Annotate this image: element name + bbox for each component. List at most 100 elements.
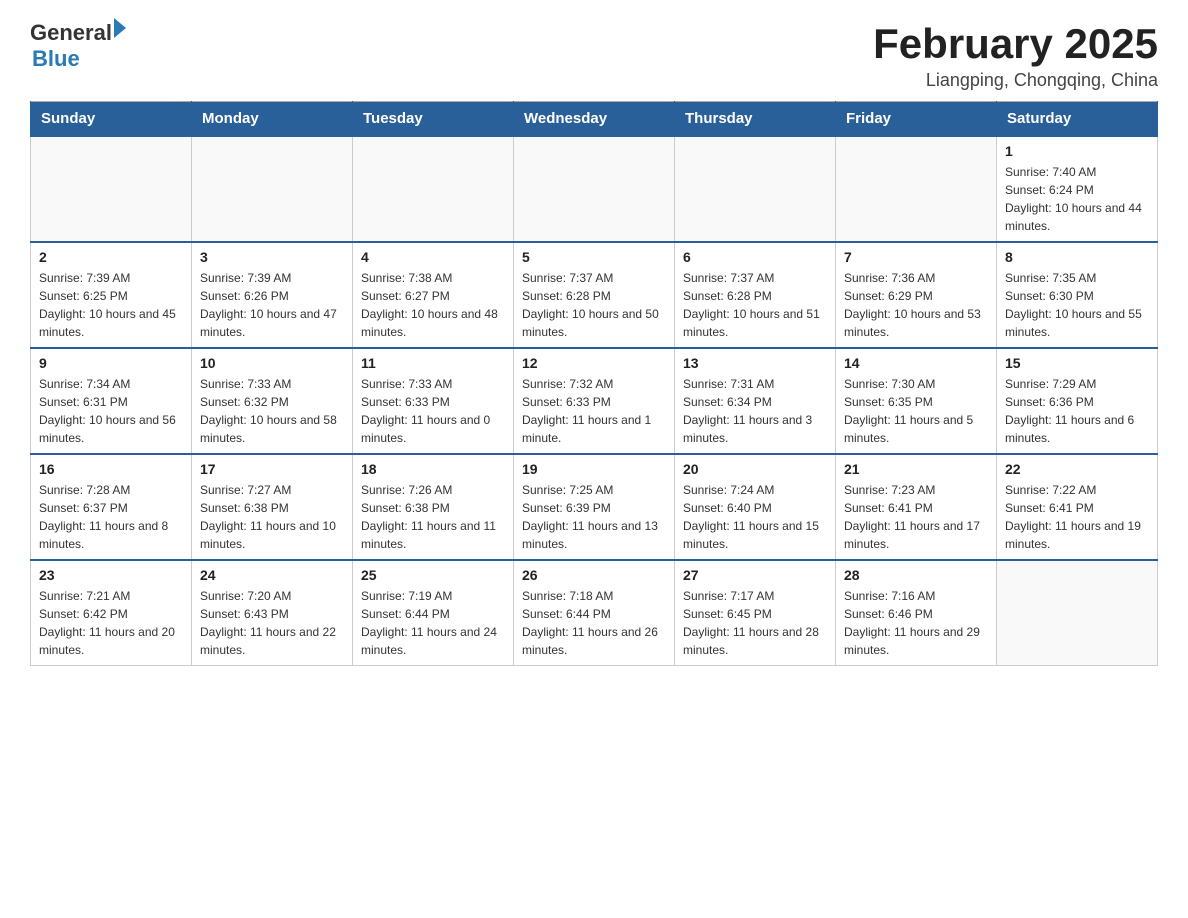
day-number: 21 (844, 461, 988, 477)
calendar-day-cell: 5 Sunrise: 7:37 AMSunset: 6:28 PMDaylight… (514, 242, 675, 348)
calendar-day-cell: 12Sunrise: 7:32 AMSunset: 6:33 PMDayligh… (514, 348, 675, 454)
day-info: Sunrise: 7:32 AMSunset: 6:33 PMDaylight:… (522, 375, 666, 447)
day-of-week-header: Sunday (31, 102, 192, 137)
calendar-day-cell: 28Sunrise: 7:16 AMSunset: 6:46 PMDayligh… (836, 560, 997, 666)
calendar-day-cell (31, 136, 192, 242)
day-of-week-header: Tuesday (353, 102, 514, 137)
day-info: Sunrise: 7:38 AMSunset: 6:27 PMDaylight:… (361, 269, 505, 341)
logo-arrow-icon (114, 18, 126, 38)
day-info: Sunrise: 7:35 AMSunset: 6:30 PMDaylight:… (1005, 269, 1149, 341)
calendar-day-cell: 19Sunrise: 7:25 AMSunset: 6:39 PMDayligh… (514, 454, 675, 560)
day-info: Sunrise: 7:39 AMSunset: 6:25 PMDaylight:… (39, 269, 183, 341)
calendar-title-block: February 2025 Liangping, Chongqing, Chin… (873, 20, 1158, 91)
logo-general-text: General (30, 20, 112, 46)
logo: General Blue (30, 20, 126, 72)
calendar-subtitle: Liangping, Chongqing, China (873, 70, 1158, 91)
calendar-day-cell: 6 Sunrise: 7:37 AMSunset: 6:28 PMDaylight… (675, 242, 836, 348)
day-number: 16 (39, 461, 183, 477)
day-info: Sunrise: 7:20 AMSunset: 6:43 PMDaylight:… (200, 587, 344, 659)
day-info: Sunrise: 7:31 AMSunset: 6:34 PMDaylight:… (683, 375, 827, 447)
calendar-week-row: 2 Sunrise: 7:39 AMSunset: 6:25 PMDaylight… (31, 242, 1158, 348)
day-number: 24 (200, 567, 344, 583)
day-info: Sunrise: 7:21 AMSunset: 6:42 PMDaylight:… (39, 587, 183, 659)
day-number: 18 (361, 461, 505, 477)
calendar-day-cell: 27 Sunrise: 7:17 AMSunset: 6:45 PMDayligh… (675, 560, 836, 666)
day-info: Sunrise: 7:34 AMSunset: 6:31 PMDaylight:… (39, 375, 183, 447)
day-number: 19 (522, 461, 666, 477)
calendar-day-cell: 24 Sunrise: 7:20 AMSunset: 6:43 PMDayligh… (192, 560, 353, 666)
calendar-day-cell: 20 Sunrise: 7:24 AMSunset: 6:40 PMDayligh… (675, 454, 836, 560)
page-header: General Blue February 2025 Liangping, Ch… (30, 20, 1158, 91)
day-number: 6 (683, 249, 827, 265)
calendar-week-row: 1Sunrise: 7:40 AMSunset: 6:24 PMDaylight… (31, 136, 1158, 242)
day-info: Sunrise: 7:22 AMSunset: 6:41 PMDaylight:… (1005, 481, 1149, 553)
day-number: 3 (200, 249, 344, 265)
calendar-day-cell: 11 Sunrise: 7:33 AMSunset: 6:33 PMDayligh… (353, 348, 514, 454)
day-number: 8 (1005, 249, 1149, 265)
day-info: Sunrise: 7:37 AMSunset: 6:28 PMDaylight:… (683, 269, 827, 341)
calendar-day-cell: 21 Sunrise: 7:23 AMSunset: 6:41 PMDayligh… (836, 454, 997, 560)
day-number: 11 (361, 355, 505, 371)
calendar-day-cell: 15 Sunrise: 7:29 AMSunset: 6:36 PMDayligh… (997, 348, 1158, 454)
calendar-day-cell: 17 Sunrise: 7:27 AMSunset: 6:38 PMDayligh… (192, 454, 353, 560)
calendar-day-cell: 18 Sunrise: 7:26 AMSunset: 6:38 PMDayligh… (353, 454, 514, 560)
day-info: Sunrise: 7:30 AMSunset: 6:35 PMDaylight:… (844, 375, 988, 447)
day-number: 15 (1005, 355, 1149, 371)
calendar-day-cell (514, 136, 675, 242)
calendar-week-row: 16Sunrise: 7:28 AMSunset: 6:37 PMDayligh… (31, 454, 1158, 560)
logo-blue-text: Blue (32, 46, 126, 72)
day-info: Sunrise: 7:29 AMSunset: 6:36 PMDaylight:… (1005, 375, 1149, 447)
day-number: 2 (39, 249, 183, 265)
day-info: Sunrise: 7:17 AMSunset: 6:45 PMDaylight:… (683, 587, 827, 659)
day-number: 5 (522, 249, 666, 265)
day-of-week-header: Wednesday (514, 102, 675, 137)
day-number: 22 (1005, 461, 1149, 477)
calendar-day-cell: 4 Sunrise: 7:38 AMSunset: 6:27 PMDaylight… (353, 242, 514, 348)
calendar-week-row: 9 Sunrise: 7:34 AMSunset: 6:31 PMDaylight… (31, 348, 1158, 454)
day-number: 9 (39, 355, 183, 371)
calendar-day-cell: 22 Sunrise: 7:22 AMSunset: 6:41 PMDayligh… (997, 454, 1158, 560)
day-info: Sunrise: 7:23 AMSunset: 6:41 PMDaylight:… (844, 481, 988, 553)
calendar-body: 1Sunrise: 7:40 AMSunset: 6:24 PMDaylight… (31, 136, 1158, 666)
calendar-day-cell: 23 Sunrise: 7:21 AMSunset: 6:42 PMDayligh… (31, 560, 192, 666)
day-info: Sunrise: 7:24 AMSunset: 6:40 PMDaylight:… (683, 481, 827, 553)
calendar-day-cell (675, 136, 836, 242)
day-of-week-header: Thursday (675, 102, 836, 137)
days-of-week-row: SundayMondayTuesdayWednesdayThursdayFrid… (31, 102, 1158, 137)
day-number: 14 (844, 355, 988, 371)
day-info: Sunrise: 7:18 AMSunset: 6:44 PMDaylight:… (522, 587, 666, 659)
day-info: Sunrise: 7:26 AMSunset: 6:38 PMDaylight:… (361, 481, 505, 553)
day-number: 7 (844, 249, 988, 265)
day-info: Sunrise: 7:36 AMSunset: 6:29 PMDaylight:… (844, 269, 988, 341)
day-number: 10 (200, 355, 344, 371)
calendar-day-cell (836, 136, 997, 242)
day-info: Sunrise: 7:40 AMSunset: 6:24 PMDaylight:… (1005, 163, 1149, 235)
calendar-day-cell (997, 560, 1158, 666)
calendar-day-cell (353, 136, 514, 242)
day-number: 13 (683, 355, 827, 371)
day-info: Sunrise: 7:33 AMSunset: 6:32 PMDaylight:… (200, 375, 344, 447)
day-of-week-header: Monday (192, 102, 353, 137)
calendar-day-cell: 7 Sunrise: 7:36 AMSunset: 6:29 PMDaylight… (836, 242, 997, 348)
day-number: 17 (200, 461, 344, 477)
day-of-week-header: Saturday (997, 102, 1158, 137)
day-info: Sunrise: 7:39 AMSunset: 6:26 PMDaylight:… (200, 269, 344, 341)
day-number: 20 (683, 461, 827, 477)
calendar-day-cell: 14 Sunrise: 7:30 AMSunset: 6:35 PMDayligh… (836, 348, 997, 454)
calendar-day-cell: 9 Sunrise: 7:34 AMSunset: 6:31 PMDaylight… (31, 348, 192, 454)
day-number: 23 (39, 567, 183, 583)
calendar-week-row: 23 Sunrise: 7:21 AMSunset: 6:42 PMDayligh… (31, 560, 1158, 666)
calendar-day-cell: 1Sunrise: 7:40 AMSunset: 6:24 PMDaylight… (997, 136, 1158, 242)
calendar-header: SundayMondayTuesdayWednesdayThursdayFrid… (31, 102, 1158, 137)
day-number: 4 (361, 249, 505, 265)
day-info: Sunrise: 7:27 AMSunset: 6:38 PMDaylight:… (200, 481, 344, 553)
day-info: Sunrise: 7:19 AMSunset: 6:44 PMDaylight:… (361, 587, 505, 659)
calendar-day-cell: 10 Sunrise: 7:33 AMSunset: 6:32 PMDayligh… (192, 348, 353, 454)
calendar-day-cell: 16Sunrise: 7:28 AMSunset: 6:37 PMDayligh… (31, 454, 192, 560)
calendar-title: February 2025 (873, 20, 1158, 68)
calendar-day-cell: 25Sunrise: 7:19 AMSunset: 6:44 PMDayligh… (353, 560, 514, 666)
day-number: 27 (683, 567, 827, 583)
day-info: Sunrise: 7:16 AMSunset: 6:46 PMDaylight:… (844, 587, 988, 659)
day-info: Sunrise: 7:33 AMSunset: 6:33 PMDaylight:… (361, 375, 505, 447)
day-info: Sunrise: 7:37 AMSunset: 6:28 PMDaylight:… (522, 269, 666, 341)
